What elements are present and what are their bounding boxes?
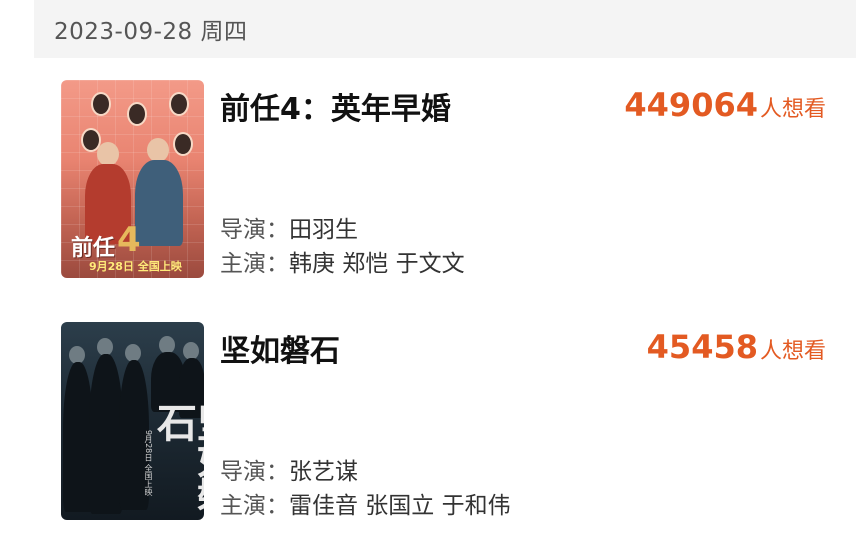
- poster-calligraphy-title: 坚如磐石: [150, 402, 204, 510]
- director-line: 导演：田羽生: [220, 210, 358, 244]
- cast-avatar: [173, 132, 193, 156]
- cast-line: 主演：韩庚 郑恺 于文文: [220, 244, 465, 278]
- movie-title[interactable]: 前任4：英年早婚: [220, 84, 451, 128]
- want-count-number: 45458: [646, 328, 758, 366]
- cast-label: 主演：: [220, 251, 289, 277]
- poster-release-date: 9月28日 全国上映: [89, 260, 182, 273]
- director-name: 张艺谋: [289, 459, 358, 485]
- cast-avatar: [169, 92, 189, 116]
- movie-title[interactable]: 坚如磐石: [220, 326, 340, 370]
- date-header: 2023-09-28 周四: [34, 0, 856, 58]
- movie-item[interactable]: 坚如磐石 9月28日 全国上映 坚如磐石 45458人想看 导演：张艺谋 主演：…: [0, 322, 864, 522]
- want-to-see-count: 449064人想看: [624, 86, 826, 124]
- director-line: 导演：张艺谋: [220, 452, 358, 486]
- want-count-label: 人想看: [759, 339, 826, 364]
- cast-avatar: [91, 92, 111, 116]
- want-to-see-count: 45458人想看: [647, 328, 826, 366]
- date-label: 2023-09-28 周四: [54, 19, 248, 45]
- actor-figure: [135, 160, 183, 246]
- cast-label: 主演：: [220, 493, 289, 519]
- movie-item[interactable]: 前任 4 9月28日 全国上映 前任4：英年早婚 449064人想看 导演：田羽…: [0, 80, 864, 280]
- cast-names: 韩庚 郑恺 于文文: [289, 251, 465, 277]
- actor-figure: [89, 354, 123, 514]
- director-label: 导演：: [220, 459, 289, 485]
- cast-line: 主演：雷佳音 张国立 于和伟: [220, 486, 511, 520]
- want-count-number: 449064: [624, 86, 758, 124]
- movie-poster[interactable]: 坚如磐石 9月28日 全国上映: [61, 322, 204, 520]
- director-label: 导演：: [220, 217, 289, 243]
- actor-figure: [147, 138, 169, 162]
- actor-figure: [97, 142, 119, 166]
- poster-logo-number: 4: [117, 220, 141, 260]
- cast-names: 雷佳音 张国立 于和伟: [289, 493, 511, 519]
- director-name: 田羽生: [289, 217, 358, 243]
- want-count-label: 人想看: [759, 97, 826, 122]
- poster-release-date: 9月28日 全国上映: [144, 430, 153, 496]
- cast-avatar: [127, 102, 147, 126]
- movie-poster[interactable]: 前任 4 9月28日 全国上映: [61, 80, 204, 278]
